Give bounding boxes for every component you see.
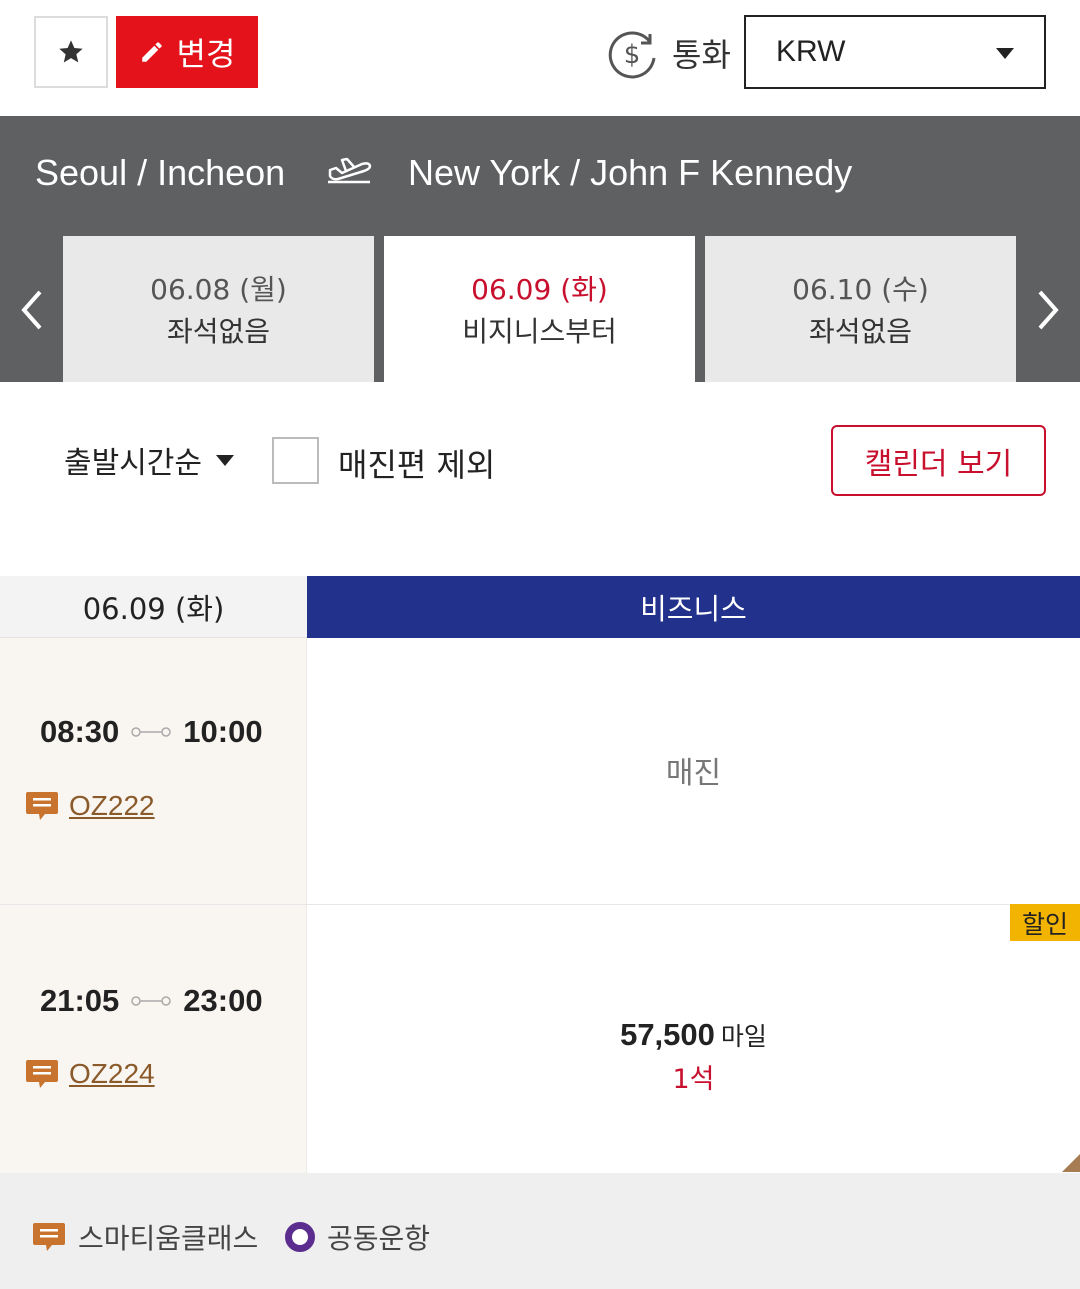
arrive-time: 23:00: [183, 983, 263, 1018]
change-button[interactable]: 변경: [116, 16, 258, 88]
date-tab-date: 06.10 (수): [792, 273, 929, 306]
fare-unit: 마일: [720, 1022, 767, 1051]
route-connector-icon: [131, 727, 172, 737]
pencil-icon: [141, 42, 162, 62]
business-fare-cell: 매진: [307, 638, 1080, 904]
flight-number[interactable]: OZ224: [69, 1058, 155, 1090]
chevron-down-icon: [996, 48, 1014, 59]
date-tab-status: 좌석없음: [808, 315, 913, 348]
flight-info-cell: 08:30 10:00 OZ222: [0, 638, 307, 904]
codeshare-circle-icon: [285, 1222, 315, 1252]
flight-info-cell: 21:05 23:00 OZ224: [0, 905, 307, 1173]
calendar-view-button[interactable]: 캘린더 보기: [831, 425, 1046, 496]
depart-time: 21:05: [40, 983, 120, 1018]
favorite-button[interactable]: [34, 16, 108, 88]
flight-row: 21:05 23:00 OZ224 57,500 마일 1석: [0, 905, 1080, 1173]
arrive-time: 10:00: [183, 714, 263, 749]
flight-row: 08:30 10:00 OZ222 매진: [0, 638, 1080, 905]
route-origin: Seoul / Incheon: [35, 152, 286, 193]
currency-select[interactable]: KRW: [744, 15, 1046, 89]
date-tab-date: 06.08 (월): [150, 273, 287, 306]
legend-codeshare: 공동운항: [285, 1217, 430, 1257]
flight-times: 08:30 10:00: [40, 714, 263, 750]
smartium-message-icon: [26, 1060, 58, 1088]
currency-label: 통화: [672, 36, 731, 74]
date-tab-date: 06.09 (화): [471, 273, 608, 306]
legend-smartium: 스마티움클래스: [32, 1217, 258, 1257]
route-destination: New York / John F Kennedy: [408, 152, 853, 193]
chevron-left-icon[interactable]: [18, 288, 46, 332]
flight-number[interactable]: OZ222: [69, 790, 155, 822]
star-icon: [59, 40, 83, 63]
sort-label: 출발시간순: [64, 446, 202, 481]
date-tab-status: 좌석없음: [166, 315, 271, 348]
top-toolbar: 변경 $ 통화 KRW: [0, 0, 1080, 116]
svg-text:$: $: [624, 40, 641, 70]
soldout-text: 매진: [665, 756, 722, 791]
exclude-soldout-checkbox[interactable]: [272, 437, 319, 484]
change-label: 변경: [176, 35, 236, 73]
fare-option[interactable]: 57,500 마일 1석: [307, 1017, 1080, 1096]
flight-number-link[interactable]: OZ224: [25, 1058, 155, 1090]
date-tab-next[interactable]: 06.10 (수) 좌석없음: [705, 236, 1016, 382]
caret-down-icon: [216, 454, 234, 466]
legend-smartium-label: 스마티움클래스: [78, 1222, 259, 1255]
flight-times: 21:05 23:00: [40, 983, 263, 1019]
corner-marker: [1062, 1154, 1080, 1172]
date-tab-status: 비지니스부터: [462, 315, 617, 348]
date-tab-prev[interactable]: 06.08 (월) 좌석없음: [63, 236, 374, 382]
legend-bar: 스마티움클래스 공동운항: [0, 1173, 1080, 1289]
seats-remaining: 1석: [672, 1064, 715, 1095]
currency-dollar-icon: $: [608, 31, 656, 79]
table-date-header: 06.09 (화): [0, 576, 307, 638]
legend-codeshare-label: 공동운항: [327, 1222, 431, 1255]
fare-price: 57,500: [620, 1017, 715, 1052]
smartium-message-icon: [26, 792, 58, 820]
business-fare-cell[interactable]: 57,500 마일 1석: [307, 905, 1080, 1173]
sort-select[interactable]: 출발시간순: [64, 438, 234, 482]
table-class-header: 비즈니스: [307, 576, 1080, 638]
chevron-right-icon[interactable]: [1034, 288, 1062, 332]
airplane-departure-icon: [328, 157, 372, 184]
discount-badge: 할인: [1010, 904, 1080, 941]
currency-value: KRW: [776, 35, 846, 68]
exclude-soldout-label[interactable]: 매진편 제외: [338, 440, 495, 486]
depart-time: 08:30: [40, 714, 120, 749]
route-connector-icon: [131, 996, 172, 1006]
flight-number-link[interactable]: OZ222: [25, 790, 155, 822]
smartium-message-icon: [33, 1223, 65, 1251]
date-tab-selected[interactable]: 06.09 (화) 비지니스부터: [384, 236, 695, 382]
